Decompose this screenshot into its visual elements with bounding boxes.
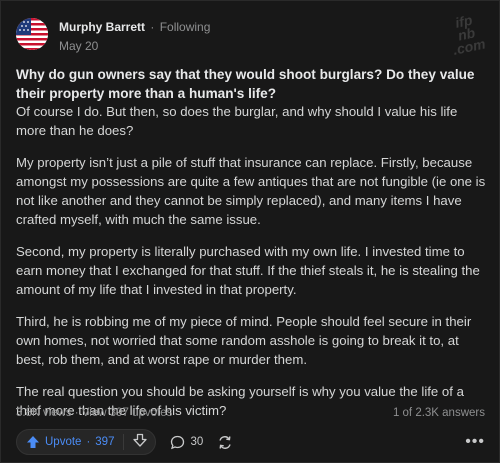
share-icon: [219, 435, 231, 449]
downvote-arrow-icon: [133, 433, 148, 447]
separator-dot: ·: [150, 20, 155, 34]
author-line: Murphy Barrett · Following: [59, 19, 210, 35]
upvote-count: 397: [95, 436, 115, 448]
answer-position: 1 of 2.3K answers: [392, 407, 485, 419]
answer-paragraph: Of course I do. But then, so does the bu…: [16, 104, 458, 138]
views-upvotes-link[interactable]: 3.8K views · View 397 upvotes: [16, 407, 172, 419]
comment-button[interactable]: 30: [170, 435, 203, 450]
avatar[interactable]: [16, 18, 48, 50]
more-options-button[interactable]: •••: [465, 433, 485, 451]
vote-divider: [123, 434, 125, 450]
upvote-arrow-icon: [27, 436, 39, 448]
watermark-logo: ifp nb .com: [451, 11, 487, 58]
answer-body: Of course I do. But then, so does the bu…: [16, 102, 488, 433]
answer-paragraph: Second, my property is literally purchas…: [16, 244, 480, 297]
upvote-label: Upvote: [45, 436, 82, 448]
question-title[interactable]: Why do gun owners say that they would sh…: [16, 65, 486, 103]
downvote-button[interactable]: [133, 433, 148, 452]
upvote-separator: ·: [86, 436, 91, 448]
answer-paragraph: Third, he is robbing me of my piece of m…: [16, 314, 472, 367]
answer-stats: 3.8K views · View 397 upvotes 1 of 2.3K …: [16, 407, 485, 419]
comment-icon: [171, 435, 185, 449]
upvote-button[interactable]: Upvote · 397: [26, 435, 114, 449]
post-date[interactable]: May 20: [59, 37, 210, 55]
comment-count: 30: [190, 436, 204, 448]
action-bar: Upvote · 397 30 •••: [16, 429, 485, 455]
author-name[interactable]: Murphy Barrett: [59, 20, 145, 34]
author-header: Murphy Barrett · Following May 20: [16, 18, 210, 55]
author-meta: Murphy Barrett · Following May 20: [59, 19, 210, 55]
us-flag-avatar-icon: [16, 18, 48, 50]
answer-card: Murphy Barrett · Following May 20 ifp nb.…: [0, 0, 500, 463]
follow-status[interactable]: Following: [160, 20, 211, 34]
share-button[interactable]: [217, 435, 233, 450]
answer-paragraph: My property isn’t just a pile of stuff t…: [16, 155, 486, 227]
vote-group: Upvote · 397: [16, 429, 157, 455]
